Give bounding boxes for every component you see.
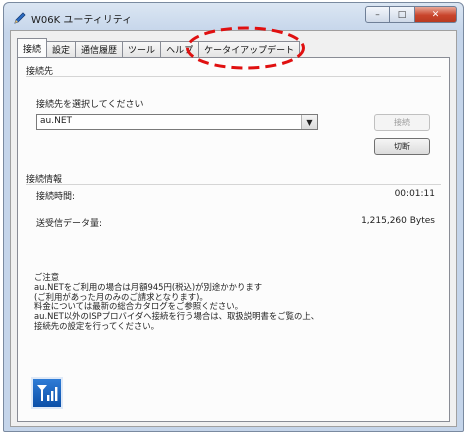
notice-text: ご注意 au.NETをご利用の場合は月額945円(税込)が別途かかります (ご利… — [34, 272, 319, 332]
connect-button[interactable]: 接続 — [374, 114, 430, 131]
tab-connection[interactable]: 接続 — [17, 38, 48, 57]
data-volume-value: 1,215,260 Bytes — [361, 216, 435, 226]
minimize-button[interactable]: – — [365, 6, 390, 23]
connection-select-value: au.NET — [40, 116, 72, 126]
connection-tab-panel: 接続先 接続先を選択してください au.NET ▼ 接続 切断 接続情報 接続時… — [17, 57, 450, 422]
maximize-button[interactable]: □ — [390, 6, 415, 23]
client-area: 接続 設定 通信履歴 ツール ヘルプ ケータイアップデート 接続先 接続先を選択… — [10, 30, 457, 427]
connection-group: 接続先 接続先を選択してください au.NET ▼ 接続 切断 — [26, 64, 441, 164]
disconnect-button[interactable]: 切断 — [374, 138, 430, 155]
select-label: 接続先を選択してください — [36, 100, 144, 110]
tab-settings[interactable]: 設定 — [46, 41, 77, 57]
tab-tools[interactable]: ツール — [122, 41, 162, 57]
info-group: 接続情報 接続時間: 00:01:11 送受信データ量: 1,215,260 B… — [26, 172, 441, 252]
tab-bar: 接続 設定 通信履歴 ツール ヘルプ ケータイアップデート — [17, 38, 301, 57]
notice-line: 接続先の設定を行ってください。 — [34, 320, 159, 331]
maximize-icon: □ — [397, 9, 407, 20]
signal-app-icon[interactable] — [31, 377, 63, 409]
chevron-down-icon[interactable]: ▼ — [301, 115, 317, 129]
title-bar[interactable]: W06K ユーティリティ – □ ✕ — [4, 3, 463, 31]
window-title: W06K ユーティリティ — [31, 15, 133, 26]
app-window: W06K ユーティリティ – □ ✕ 接続 設定 通信履歴 ツール ヘルプ ケー… — [3, 2, 464, 432]
tab-phone-update[interactable]: ケータイアップデート — [198, 41, 301, 57]
close-icon: ✕ — [431, 9, 440, 20]
data-volume-label: 送受信データ量: — [36, 219, 103, 229]
signal-bars-icon — [37, 385, 58, 401]
connection-time-value: 00:01:11 — [394, 189, 435, 199]
close-button[interactable]: ✕ — [415, 6, 457, 23]
pen-icon — [14, 12, 26, 24]
tab-help[interactable]: ヘルプ — [160, 41, 200, 57]
connection-time-label: 接続時間: — [36, 192, 76, 202]
divider — [26, 76, 441, 77]
divider — [26, 184, 441, 185]
window-controls: – □ ✕ — [365, 6, 457, 24]
connection-select[interactable]: au.NET ▼ — [36, 114, 318, 130]
tab-history[interactable]: 通信履歴 — [75, 41, 124, 57]
minimize-icon: – — [375, 9, 380, 20]
